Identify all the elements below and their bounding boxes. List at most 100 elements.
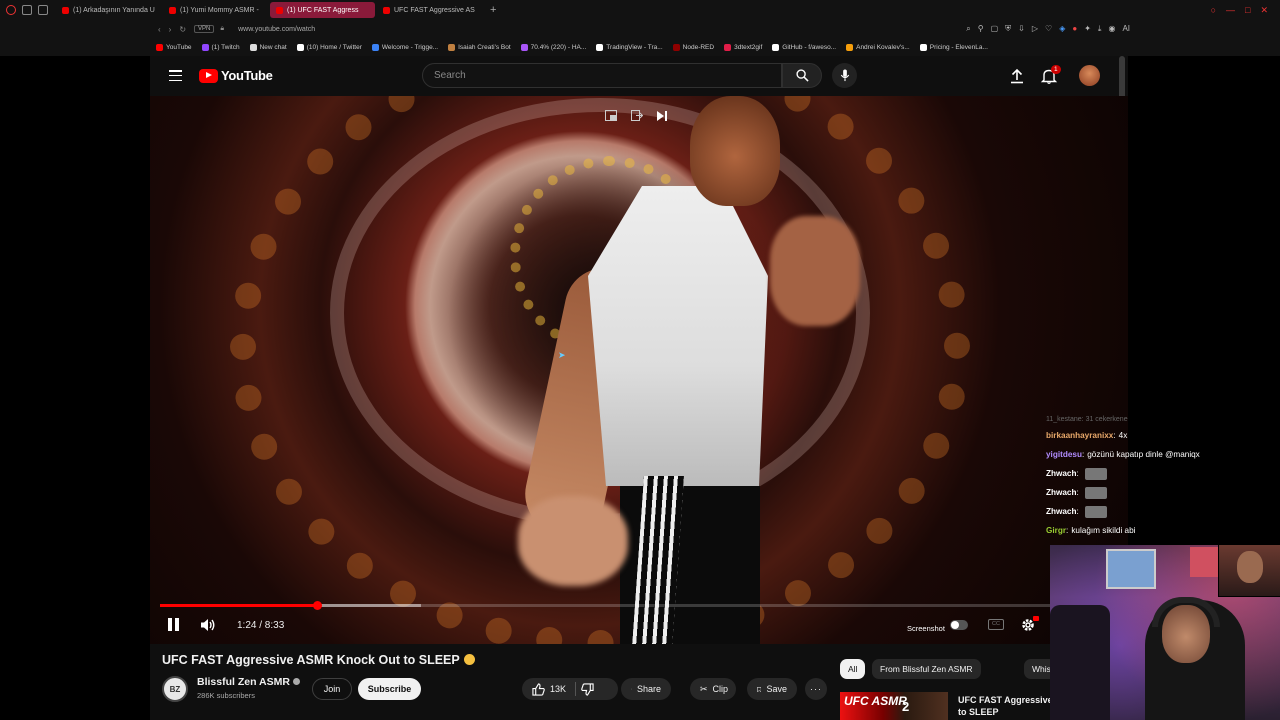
- chat-username[interactable]: Zhwach: [1046, 469, 1076, 478]
- bookmark-item[interactable]: Andrei Kovalev's...: [846, 43, 910, 51]
- dislike-button[interactable]: [581, 682, 594, 696]
- youtube-logo[interactable]: YouTube: [199, 68, 273, 83]
- screenshot-button[interactable]: Screenshot: [907, 624, 945, 633]
- bookmark-item[interactable]: (10) Home / Twitter: [296, 43, 362, 51]
- bookmark-label: Welcome - Trigge...: [381, 43, 439, 51]
- exit-icon[interactable]: [631, 108, 644, 126]
- bookmark-item[interactable]: New chat: [249, 43, 287, 51]
- browser-tab[interactable]: (1) UFC FAST Aggress: [270, 2, 375, 18]
- new-tab-button[interactable]: +: [484, 4, 502, 16]
- snapshot-icon[interactable]: ▢: [991, 24, 999, 34]
- pause-button[interactable]: [166, 618, 180, 634]
- close-window-button[interactable]: ✕: [1260, 5, 1268, 16]
- bookmark-item[interactable]: GitHub - f/aweso...: [772, 43, 836, 51]
- bookmarks-bar: YouTube (1) Twitch New chat (10) Home / Twi…: [0, 38, 1280, 56]
- bookmark-item[interactable]: Welcome - Trigge...: [371, 43, 439, 51]
- chat-username[interactable]: Zhwach: [1046, 488, 1076, 497]
- download-icon[interactable]: ⤓: [1098, 24, 1102, 34]
- browser-tab[interactable]: (1) Yumi Mommy ASMR -: [163, 2, 268, 18]
- verified-icon: [292, 678, 300, 685]
- play-icon[interactable]: ▷: [1032, 24, 1038, 34]
- like-count: 13K: [550, 684, 567, 694]
- opera-logo-icon[interactable]: [6, 5, 16, 15]
- save-button[interactable]: Save: [747, 678, 797, 700]
- video-player[interactable]: ➤ 1:24 / 8:33 Screenshot CC: [150, 96, 1128, 644]
- chat-username[interactable]: yigitdesu: [1046, 450, 1082, 459]
- extension-icon[interactable]: ◈: [1059, 24, 1065, 34]
- scrubber-handle[interactable]: [312, 601, 322, 610]
- bookmark-label: New chat: [259, 43, 287, 51]
- picture-in-picture-icon[interactable]: [605, 108, 617, 126]
- more-actions-button[interactable]: ···: [805, 678, 827, 700]
- back-icon[interactable]: ‹: [158, 25, 161, 34]
- chat-username[interactable]: Girgr: [1046, 526, 1066, 535]
- like-dislike-group: 13K: [522, 678, 618, 700]
- seek-bar[interactable]: [160, 601, 1120, 610]
- masthead: YouTube Search 1: [150, 56, 1128, 256]
- extension-icon-2[interactable]: ●: [1072, 24, 1077, 34]
- subtitles-button[interactable]: CC: [988, 619, 1004, 630]
- download-page-icon[interactable]: ⇩: [1018, 24, 1025, 34]
- youtube-page: YouTube Search 1 ➤ 1:24 / 8:33 Screensho…: [150, 56, 1128, 720]
- create-button[interactable]: [1008, 67, 1026, 85]
- channel-name-text[interactable]: Blissful Zen ASMR: [197, 676, 290, 688]
- puzzle-icon[interactable]: ✦: [1084, 24, 1091, 34]
- heart-icon[interactable]: ♡: [1045, 24, 1052, 34]
- bookmark-item[interactable]: Pricing - ElevenLa...: [919, 43, 988, 51]
- workspace-icon[interactable]: [22, 5, 32, 15]
- shield-icon[interactable]: ⛨: [1005, 24, 1011, 34]
- tab-menu-icon[interactable]: [38, 5, 48, 15]
- menu-icon[interactable]: [169, 70, 182, 81]
- forward-icon[interactable]: ›: [169, 25, 172, 34]
- search-input[interactable]: Search: [422, 63, 782, 88]
- vpn-badge[interactable]: VPN: [194, 25, 215, 33]
- bookmark-label: Pricing - ElevenLa...: [929, 43, 988, 51]
- voice-search-button[interactable]: [832, 63, 857, 88]
- ai-icon[interactable]: AI: [1122, 24, 1130, 34]
- pin-icon[interactable]: ⚲: [978, 24, 984, 34]
- bookmark-item[interactable]: 3dtext2gif: [724, 43, 762, 51]
- search-button[interactable]: [782, 63, 822, 88]
- recommended-video-thumbnail[interactable]: UFC ASMR 2: [840, 692, 948, 720]
- reload-icon[interactable]: ↻: [179, 25, 186, 34]
- wall-poster-2: [1190, 547, 1218, 577]
- account-avatar[interactable]: [1079, 65, 1100, 86]
- search-tabs-icon[interactable]: ○: [1211, 5, 1216, 16]
- filter-chip[interactable]: All: [840, 659, 866, 679]
- bookmark-item[interactable]: (1) Twitch: [201, 43, 240, 51]
- channel-name[interactable]: Blissful Zen ASMR: [197, 676, 300, 688]
- like-button[interactable]: 13K: [532, 678, 566, 700]
- notification-badge: 1: [1051, 65, 1061, 74]
- bookmark-item[interactable]: Isaiah Creati's Bot: [448, 43, 511, 51]
- navigation-buttons: ‹ › ↻: [0, 25, 186, 34]
- browser-tab[interactable]: (1) Arkadaşının Yanında U: [56, 2, 161, 18]
- chat-emote-icon: [1084, 467, 1107, 480]
- subscribe-button[interactable]: Subscribe: [358, 678, 421, 700]
- share-button[interactable]: Share: [621, 678, 671, 700]
- filter-chip[interactable]: From Blissful Zen ASMR: [872, 659, 981, 679]
- join-button[interactable]: Join: [312, 678, 352, 700]
- minimize-button[interactable]: —: [1226, 5, 1235, 16]
- chat-message: Girgr: kulağım sikildi abi: [1046, 521, 1276, 540]
- clip-button[interactable]: ✂ Clip: [690, 678, 736, 700]
- bookmark-favicon-icon: [201, 43, 209, 51]
- camera-icon[interactable]: ◉: [1108, 24, 1115, 34]
- bookmark-item[interactable]: Node-RED: [672, 43, 714, 51]
- volume-button[interactable]: [200, 618, 216, 637]
- pause-icon: [167, 618, 172, 631]
- gaming-chair: [1050, 605, 1110, 720]
- chat-username[interactable]: birkaanhayranixx: [1046, 431, 1113, 440]
- chat-username[interactable]: Zhwach: [1046, 507, 1076, 516]
- browser-tab[interactable]: UFC FAST Aggressive AS: [377, 2, 482, 18]
- chat-separator: :: [1076, 488, 1079, 497]
- bookmark-item[interactable]: 70.4% (220) - HA...: [520, 43, 586, 51]
- zoom-icon[interactable]: ⌕: [966, 24, 970, 34]
- maximize-button[interactable]: □: [1245, 5, 1250, 16]
- bookmark-item[interactable]: YouTube: [156, 43, 192, 51]
- url-field[interactable]: www.youtube.com/watch: [238, 26, 315, 33]
- skip-next-icon[interactable]: [657, 108, 667, 126]
- channel-avatar[interactable]: BZ: [162, 676, 188, 702]
- bookmark-item[interactable]: TradingView - Tra...: [596, 43, 663, 51]
- time-display: 1:24 / 8:33: [237, 620, 285, 631]
- autoplay-toggle[interactable]: [950, 620, 968, 630]
